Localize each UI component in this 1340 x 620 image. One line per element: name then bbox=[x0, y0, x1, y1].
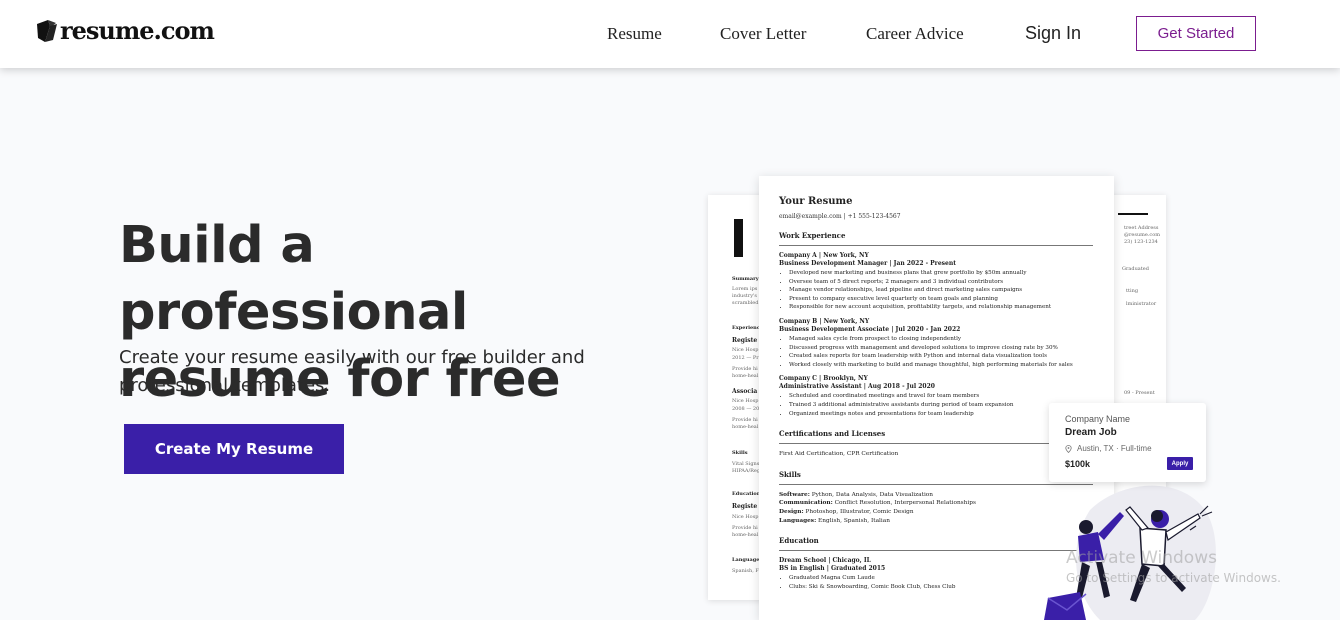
bl-skills-heading: Skills bbox=[732, 450, 748, 456]
bl-text: Nice Hosp bbox=[732, 398, 759, 404]
skill-value: Photoshop, Illustrator, Comic Design bbox=[803, 508, 914, 515]
list-item: Scheduled and coordinated meetings and t… bbox=[789, 392, 1094, 401]
bl-text: Associa bbox=[732, 388, 758, 395]
bl-text: home-heal bbox=[732, 532, 759, 538]
bl-text: HIPAA/Reg bbox=[732, 468, 761, 474]
bl-text: Provide hi bbox=[732, 525, 758, 531]
bl-text: 2008 — 20 bbox=[732, 406, 760, 412]
resume-section-heading: Certifications and Licenses bbox=[779, 429, 1093, 445]
resume-section-heading: Work Experience bbox=[779, 231, 1093, 246]
list-item: Created sales reports for team leadershi… bbox=[789, 352, 1094, 361]
apply-button[interactable]: Apply bbox=[1167, 457, 1193, 470]
logo-text: resume.com bbox=[60, 16, 215, 45]
bl-text: 2012 — Pr bbox=[732, 355, 759, 361]
location-pin-icon bbox=[1065, 444, 1072, 453]
job-role: Business Development Manager | Jan 2022 … bbox=[779, 260, 956, 267]
bl-text: Registe bbox=[732, 337, 758, 344]
activate-windows-watermark-title: Activate Windows bbox=[1066, 548, 1217, 568]
list-item: Present to company executive level quart… bbox=[789, 295, 1094, 304]
create-my-resume-button[interactable]: Create My Resume bbox=[124, 424, 344, 474]
high-five-illustration bbox=[1044, 485, 1216, 620]
br-divider bbox=[1118, 213, 1148, 215]
resume-job: Company B | New York, NY Business Develo… bbox=[779, 318, 1094, 334]
br-text: Graduated bbox=[1122, 266, 1149, 272]
skill-label: Design: bbox=[779, 508, 804, 515]
logo[interactable]: resume.com bbox=[36, 16, 215, 45]
bl-text: home-heal bbox=[732, 424, 759, 430]
bl-text: industry's bbox=[732, 293, 757, 299]
nav-career-advice[interactable]: Career Advice bbox=[866, 24, 964, 44]
resume-contact: email@example.com | +1 555-123-4567 bbox=[779, 213, 901, 220]
resume-job: Company A | New York, NY Business Develo… bbox=[779, 252, 1094, 268]
nav-resume[interactable]: Resume bbox=[607, 24, 662, 44]
job-bullets: Managed sales cycle from prospect to clo… bbox=[779, 335, 1094, 369]
job-company: Company B | New York, NY bbox=[779, 317, 870, 325]
job-role: Business Development Associate | Jul 202… bbox=[779, 325, 961, 333]
bl-text: Lorem ips bbox=[732, 286, 758, 292]
resume-name: Your Resume bbox=[779, 196, 853, 207]
job-card-location-text: Austin, TX · Full-time bbox=[1077, 444, 1152, 453]
name-accent-bar bbox=[734, 219, 743, 257]
skill-label: Software: bbox=[779, 491, 810, 498]
list-item: Worked closely with marketing to build a… bbox=[789, 361, 1094, 370]
hero-subtitle: Create your resume easily with our free … bbox=[119, 344, 599, 400]
bl-languages-heading: Languages bbox=[732, 557, 763, 563]
job-card[interactable]: Company Name Dream Job Austin, TX · Full… bbox=[1049, 403, 1206, 482]
top-nav-bar: resume.com Resume Cover Letter Career Ad… bbox=[0, 0, 1340, 68]
bl-text: scrambled bbox=[732, 300, 759, 306]
job-bullets: Developed new marketing and business pla… bbox=[779, 269, 1094, 312]
job-card-location: Austin, TX · Full-time bbox=[1065, 444, 1152, 453]
br-text: lministrator bbox=[1126, 301, 1157, 307]
activate-windows-watermark-subtitle: Go to Settings to activate Windows. bbox=[1066, 571, 1281, 585]
list-item: Oversee team of 5 direct reports; 2 mana… bbox=[789, 278, 1094, 287]
list-item: Responsible for new account acquisition,… bbox=[789, 303, 1094, 312]
bl-education-heading: Education bbox=[732, 491, 761, 497]
br-text: treet Address bbox=[1124, 225, 1159, 231]
nav-cover-letter[interactable]: Cover Letter bbox=[720, 24, 806, 44]
list-item: Managed sales cycle from prospect to clo… bbox=[789, 335, 1094, 344]
resume-logo-icon bbox=[37, 19, 57, 42]
list-item: Discussed progress with management and d… bbox=[789, 344, 1094, 353]
hero-subtitle-line-2: professional templates. bbox=[119, 375, 331, 396]
list-item: Developed new marketing and business pla… bbox=[789, 269, 1094, 278]
skill-label: Communication: bbox=[779, 500, 833, 507]
skill-value: Python, Data Analysis, Data Visualizatio… bbox=[809, 491, 934, 498]
hero-subtitle-line-1: Create your resume easily with our free … bbox=[119, 347, 585, 368]
resume-certs: First Aid Certification, CPR Certificati… bbox=[779, 451, 899, 458]
job-card-title: Dream Job bbox=[1065, 427, 1117, 438]
skill-value: Conflict Resolution, Interpersonal Relat… bbox=[832, 500, 976, 507]
hero-title-line-1: Build a professional bbox=[119, 216, 468, 342]
job-company: Company C | Brooklyn, NY bbox=[779, 375, 868, 383]
br-text: tting bbox=[1126, 288, 1139, 294]
list-item: Manage vendor relationships, lead pipeli… bbox=[789, 286, 1094, 295]
bl-text: Nice Hosp bbox=[732, 347, 759, 353]
bl-text: Provide hi bbox=[732, 366, 758, 372]
job-card-company: Company Name bbox=[1065, 414, 1131, 424]
job-company: Company A | New York, NY bbox=[779, 252, 869, 259]
bl-text: Registe bbox=[732, 503, 758, 510]
resume-job: Company C | Brooklyn, NY Administrative … bbox=[779, 375, 1094, 391]
job-card-salary: $100k bbox=[1065, 459, 1091, 469]
br-text: 23) 123-1234 bbox=[1124, 239, 1158, 245]
skill-value: English, Spanish, Italian bbox=[816, 517, 890, 524]
job-role: Administrative Assistant | Aug 2018 - Ju… bbox=[779, 383, 935, 391]
bl-text: Provide hi bbox=[732, 417, 758, 423]
br-text: @resume.com bbox=[1124, 232, 1160, 238]
get-started-button[interactable]: Get Started bbox=[1136, 16, 1256, 51]
bl-text: home-heal bbox=[732, 373, 759, 379]
skill-label: Languages: bbox=[779, 517, 817, 524]
br-text: 09 - Present bbox=[1124, 390, 1155, 396]
bl-text: Vital Signs bbox=[732, 461, 760, 467]
sign-in-link[interactable]: Sign In bbox=[1025, 23, 1081, 44]
bl-text: Nice Hosp bbox=[732, 514, 759, 520]
bl-summary-heading: Summary bbox=[732, 276, 759, 282]
bl-text: Spanish, Fr bbox=[732, 568, 762, 574]
job-bullets: Scheduled and coordinated meetings and t… bbox=[779, 392, 1094, 418]
